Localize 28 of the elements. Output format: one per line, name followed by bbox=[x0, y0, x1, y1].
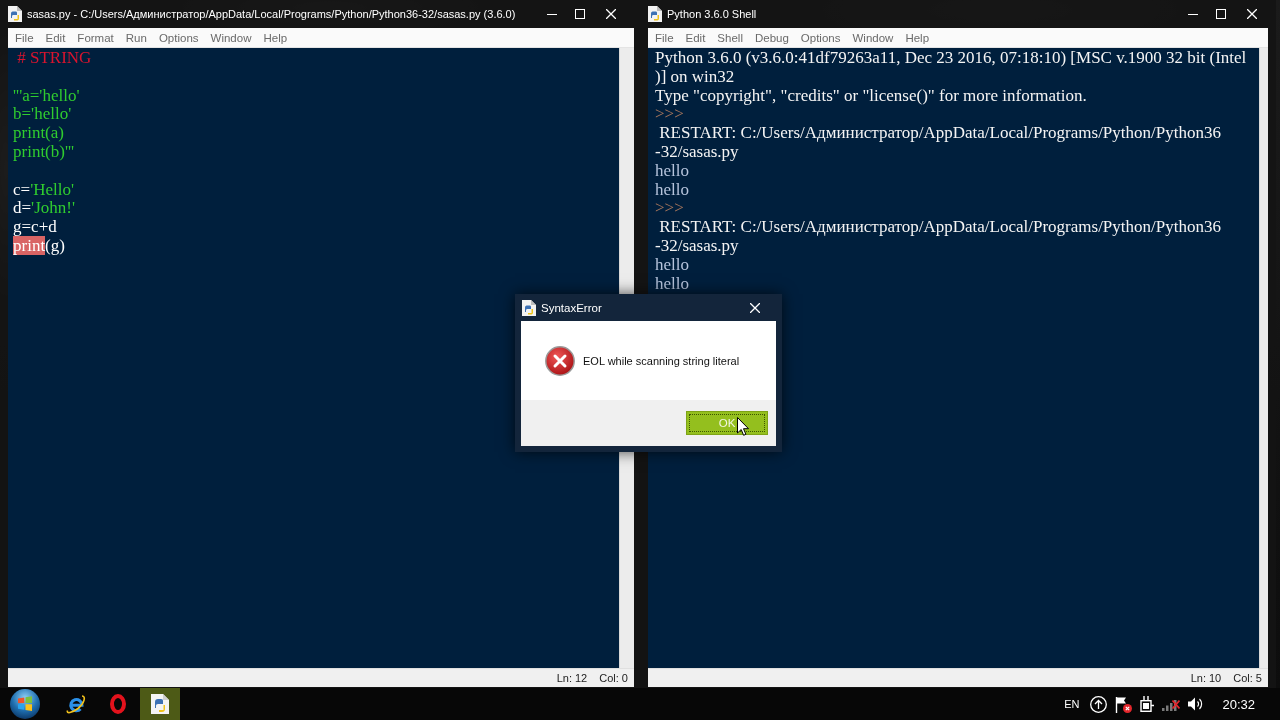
line-number-label: Ln: 10 bbox=[1190, 672, 1222, 684]
window-title: Python 3.6.0 Shell bbox=[667, 8, 757, 20]
window-title: sasas.py - C:/Users/Администратор/AppData/Local/Programs/Python/Python36-32/sasas.py (3.6.0) bbox=[27, 8, 516, 20]
shell-line: -32/sasas.py bbox=[655, 236, 739, 256]
code-line: '''a='hello' bbox=[13, 86, 80, 106]
shell-prompt: >>> bbox=[655, 199, 684, 219]
shell-line: Type "copyright", "credits" or "license()" for more information. bbox=[655, 86, 1087, 106]
code-line: c='Hello' bbox=[13, 180, 75, 200]
dialog-title: SyntaxError bbox=[541, 301, 602, 314]
shell-output-line: hello bbox=[655, 274, 689, 294]
code-line: d='John!' bbox=[13, 199, 75, 219]
shell-output-line: hello bbox=[655, 161, 689, 181]
shell-line: -32/sasas.py bbox=[655, 143, 739, 162]
code-line: print(b)''' bbox=[13, 143, 75, 162]
shell-prompt: >>> bbox=[655, 105, 684, 125]
shell-line: Python 3.6.0 (v3.6.0:41df79263a11, Dec 23 2016, 07:18:10) [MSC v.1900 32 bit (Intel bbox=[655, 49, 1247, 68]
shell-line: RESTART: C:/Users/Администратор/AppData/Local/Programs/Python/Python36 bbox=[658, 124, 1221, 143]
code-line: # STRING bbox=[16, 49, 92, 68]
shell-line: )] on win32 bbox=[655, 67, 735, 87]
code-line: g=c+d bbox=[13, 218, 57, 237]
line-number-label: Ln: 12 bbox=[556, 672, 588, 684]
column-number-label: Col: 5 bbox=[1233, 672, 1262, 684]
shell-output-line: hello bbox=[655, 255, 689, 275]
shell-line: RESTART: C:/Users/Администратор/AppData/Local/Programs/Python/Python36 bbox=[658, 218, 1221, 237]
code-line: b='hello' bbox=[13, 105, 72, 125]
shell-output-line: hello bbox=[655, 180, 689, 200]
code-line: print(a) bbox=[13, 124, 64, 143]
column-number-label: Col: 0 bbox=[599, 672, 628, 684]
